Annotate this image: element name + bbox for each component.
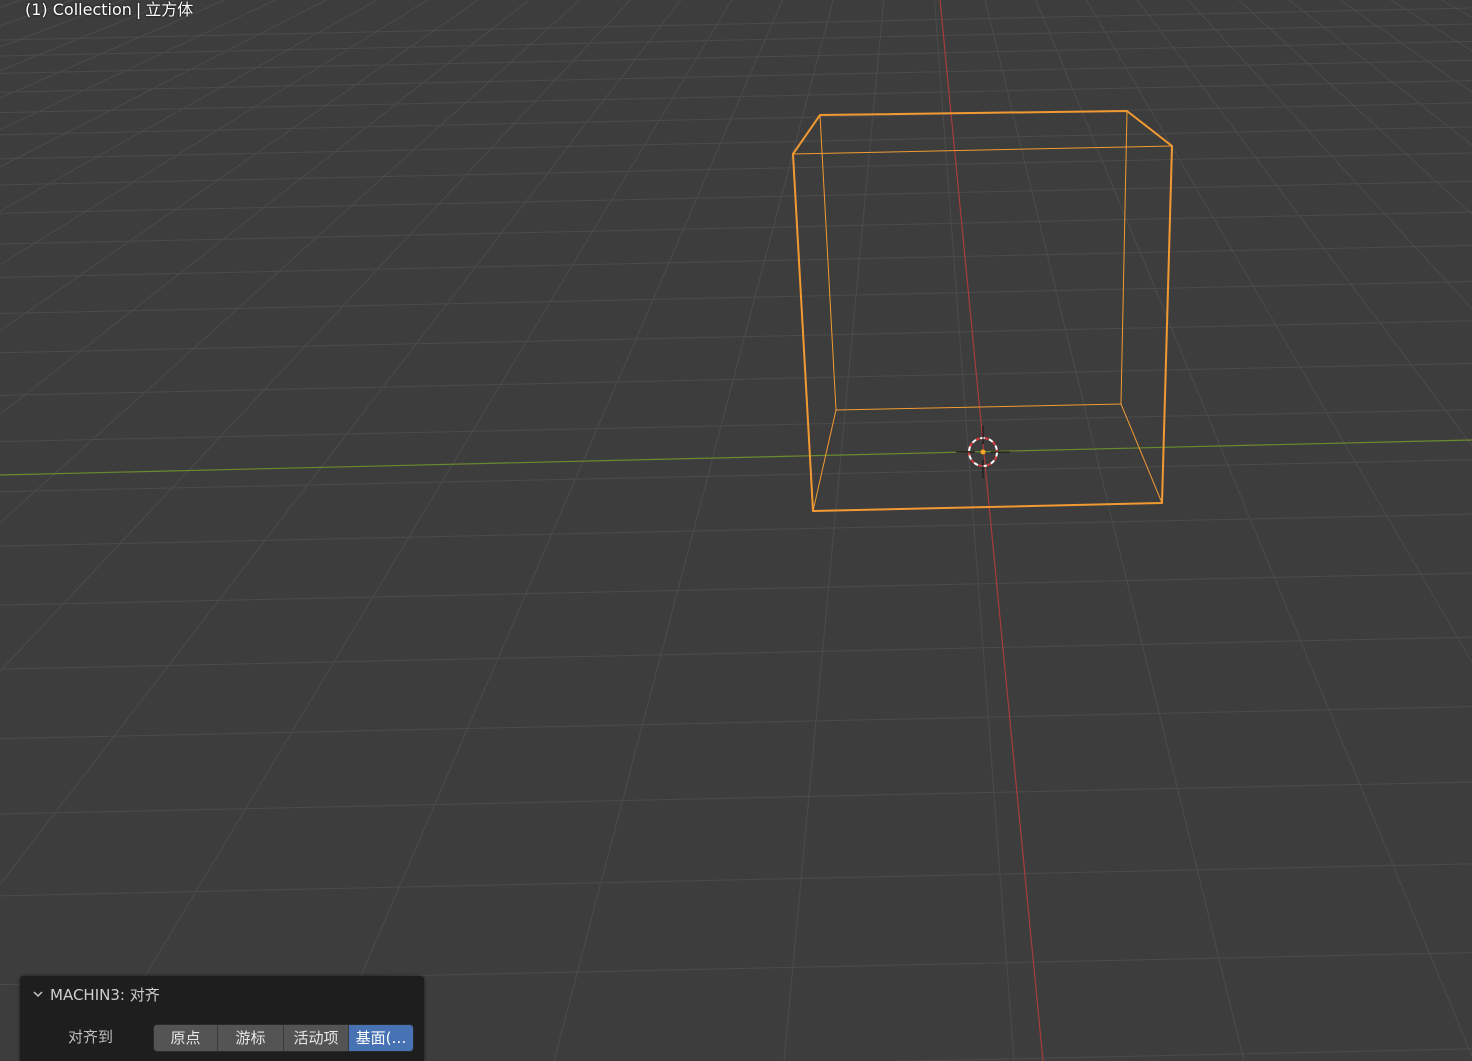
last-operator-panel: MACHIN3: 对齐 对齐到 原点 游标 活动项 基面(…	[20, 976, 424, 1061]
align-floor-button[interactable]: 基面(…	[349, 1025, 413, 1051]
info-separator: |	[135, 0, 142, 19]
align-cursor-button[interactable]: 游标	[218, 1025, 284, 1051]
align-to-label: 对齐到	[68, 1028, 114, 1046]
operator-panel-title: MACHIN3: 对齐	[50, 986, 160, 1004]
3d-viewport[interactable]: (1) Collection | 立方体 MACHIN3: 对齐 对齐到 原点 游标…	[0, 0, 1472, 1061]
align-to-segmented-control: 原点 游标 活动项 基面(…	[153, 1024, 414, 1052]
y-axis-line	[0, 439, 1472, 476]
floor-grid	[0, 0, 1472, 1061]
x-axis-line	[939, 0, 1044, 1061]
align-origin-button[interactable]: 原点	[154, 1025, 218, 1051]
align-to-row: 对齐到 原点 游标 活动项 基面(…	[20, 1022, 424, 1052]
align-active-button[interactable]: 活动项	[284, 1025, 349, 1051]
viewport-scene[interactable]	[0, 0, 1472, 1061]
collection-name: (1) Collection	[25, 0, 132, 19]
viewport-object-info: (1) Collection | 立方体	[25, 0, 193, 20]
operator-panel-header[interactable]: MACHIN3: 对齐	[20, 976, 424, 1014]
chevron-down-icon[interactable]	[32, 988, 44, 1000]
active-object-name: 立方体	[145, 0, 194, 19]
